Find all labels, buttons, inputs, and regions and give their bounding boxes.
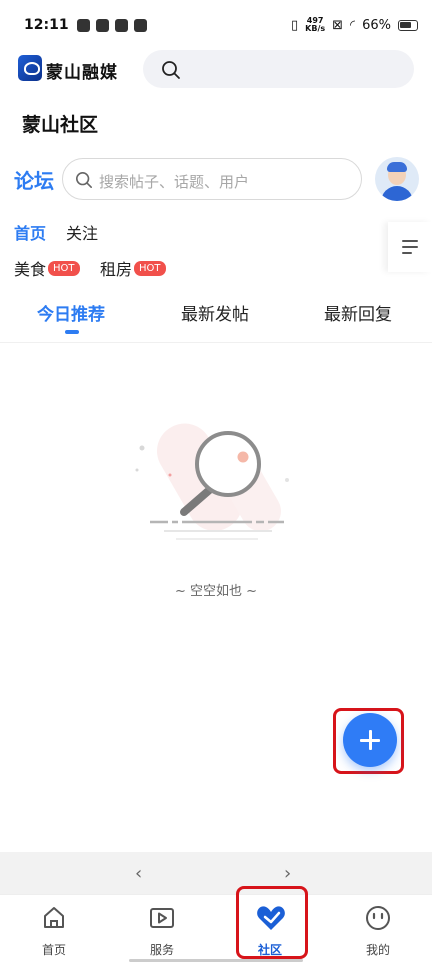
notification-icon bbox=[114, 18, 128, 32]
forum-search-input[interactable]: 搜索帖子、话题、用户 bbox=[62, 158, 362, 200]
nav-home[interactable]: 首页 bbox=[0, 895, 108, 964]
user-avatar[interactable] bbox=[375, 157, 419, 201]
tab-today-recommend[interactable]: 今日推荐 bbox=[37, 300, 105, 325]
highlight-box bbox=[236, 886, 308, 959]
search-icon bbox=[75, 171, 93, 189]
empty-search-illustration bbox=[135, 423, 289, 540]
search-icon bbox=[162, 61, 180, 79]
avatar-body bbox=[381, 186, 413, 201]
wifi-icon: ◜ bbox=[350, 17, 356, 33]
category-label: 租房 bbox=[100, 260, 133, 279]
divider bbox=[0, 342, 432, 343]
browser-nav-bar: ‹ › bbox=[0, 852, 432, 894]
home-icon bbox=[44, 907, 64, 928]
active-tab-indicator bbox=[65, 330, 79, 334]
hot-badge: HOT bbox=[134, 260, 166, 276]
nav-label: 服务 bbox=[149, 943, 174, 957]
sim-icon: ⊠ bbox=[332, 17, 344, 33]
category-food[interactable]: 美食 HOT bbox=[14, 256, 80, 280]
forum-label: 论坛 bbox=[14, 169, 54, 193]
battery-percent: 66% bbox=[362, 17, 391, 33]
page-title: 蒙山社区 bbox=[22, 114, 99, 136]
empty-state-text: ~ 空空如也 ~ bbox=[174, 584, 258, 599]
tab-home[interactable]: 首页 bbox=[14, 220, 46, 244]
tab-follow[interactable]: 关注 bbox=[66, 220, 98, 244]
avatar-hair bbox=[387, 162, 407, 172]
tab-latest-posts[interactable]: 最新发帖 bbox=[181, 300, 249, 325]
add-post-button[interactable] bbox=[343, 713, 397, 767]
tab-latest-replies[interactable]: 最新回复 bbox=[324, 300, 392, 325]
bottom-nav: 首页 服务 社区 我的 bbox=[0, 894, 432, 964]
app-header: 蒙山融媒 bbox=[0, 50, 432, 90]
status-bar: 12:11 ▯ 497 KB/s ⊠ ◜ 66% bbox=[0, 0, 432, 50]
play-icon bbox=[150, 908, 174, 928]
menu-line bbox=[402, 252, 412, 254]
nav-label: 我的 bbox=[365, 943, 390, 957]
notification-icon bbox=[95, 18, 109, 32]
notification-icon bbox=[133, 18, 147, 32]
smile-icon bbox=[366, 906, 390, 930]
top-search-bar[interactable] bbox=[143, 50, 414, 88]
forward-arrow-icon[interactable]: › bbox=[284, 863, 291, 884]
notification-icon bbox=[76, 18, 90, 32]
search-placeholder: 搜索帖子、话题、用户 bbox=[99, 173, 250, 191]
menu-icon[interactable] bbox=[388, 222, 432, 272]
vibrate-icon: ▯ bbox=[291, 17, 299, 33]
nav-mine[interactable]: 我的 bbox=[324, 895, 432, 964]
nav-label: 首页 bbox=[41, 943, 66, 957]
hot-badge: HOT bbox=[48, 260, 80, 276]
status-time: 12:11 bbox=[24, 17, 69, 33]
nav-service[interactable]: 服务 bbox=[108, 895, 216, 964]
battery-icon bbox=[398, 19, 418, 31]
back-arrow-icon[interactable]: ‹ bbox=[135, 863, 142, 884]
home-indicator bbox=[129, 959, 303, 962]
category-label: 美食 bbox=[14, 260, 47, 279]
app-name: 蒙山融媒 bbox=[46, 63, 118, 83]
net-speed: 497 KB/s bbox=[305, 16, 326, 33]
menu-line bbox=[402, 240, 418, 242]
category-rent[interactable]: 租房 HOT bbox=[100, 256, 166, 280]
app-logo-icon bbox=[18, 55, 42, 81]
menu-line bbox=[402, 246, 418, 248]
